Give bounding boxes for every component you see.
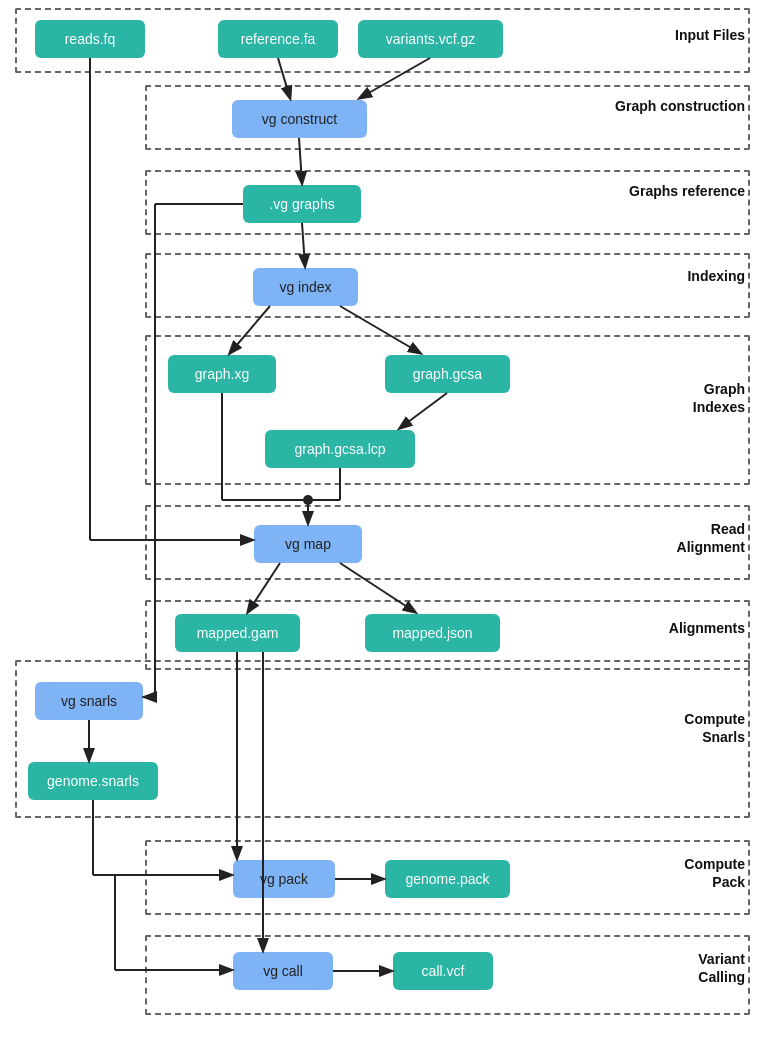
node-genome-snarls: genome.snarls: [28, 762, 158, 800]
node-variants-vcf: variants.vcf.gz: [358, 20, 503, 58]
label-graph-indexes: GraphIndexes: [693, 380, 745, 416]
node-genome-pack: genome.pack: [385, 860, 510, 898]
node-vg-call: vg call: [233, 952, 333, 990]
node-reads-fq: reads.fq: [35, 20, 145, 58]
section-indexing: [145, 253, 750, 318]
node-reference-fa: reference.fa: [218, 20, 338, 58]
label-input-files: Input Files: [675, 27, 745, 43]
label-compute-pack: ComputePack: [684, 855, 745, 891]
diagram-canvas: Input Files Graph construction Graphs re…: [0, 0, 757, 1046]
node-vg-index: vg index: [253, 268, 358, 306]
node-vg-map: vg map: [254, 525, 362, 563]
node-graph-gcsa-lcp: graph.gcsa.lcp: [265, 430, 415, 468]
label-alignments: Alignments: [669, 620, 745, 636]
label-variant-calling: VariantCalling: [698, 950, 745, 986]
label-compute-snarls: ComputeSnarls: [684, 710, 745, 746]
node-mapped-gam: mapped.gam: [175, 614, 300, 652]
label-indexing: Indexing: [687, 268, 745, 284]
node-vg-snarls: vg snarls: [35, 682, 143, 720]
section-read-alignment: [145, 505, 750, 580]
node-graph-xg: graph.xg: [168, 355, 276, 393]
section-graphs-reference: [145, 170, 750, 235]
node-vg-pack: vg pack: [233, 860, 335, 898]
label-graphs-reference: Graphs reference: [629, 183, 745, 199]
node-call-vcf: call.vcf: [393, 952, 493, 990]
node-mapped-json: mapped.json: [365, 614, 500, 652]
node-graph-gcsa: graph.gcsa: [385, 355, 510, 393]
label-read-alignment: ReadAlignment: [677, 520, 745, 556]
node-vg-graphs: .vg graphs: [243, 185, 361, 223]
label-graph-construction: Graph construction: [615, 98, 745, 114]
merge-dot: [303, 495, 313, 505]
node-vg-construct: vg construct: [232, 100, 367, 138]
